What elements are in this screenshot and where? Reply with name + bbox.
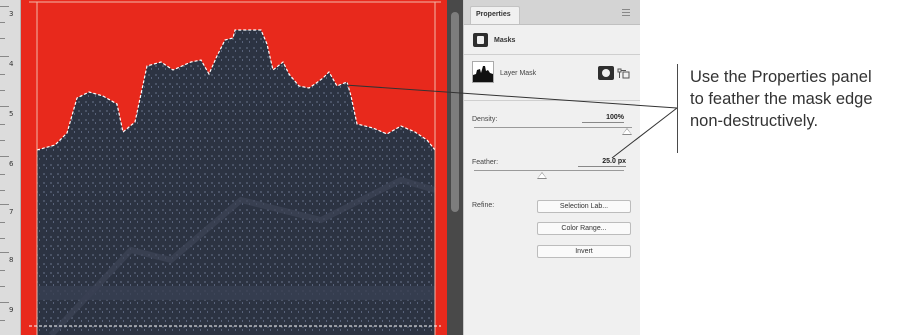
callout-line: to feather the mask edge <box>690 90 873 108</box>
callout-bracket <box>677 64 678 153</box>
callout-annotation: Use the Properties panel to feather the … <box>690 66 912 132</box>
callout-line: Use the Properties panel <box>690 68 872 86</box>
callout-leader-lines <box>344 84 678 159</box>
callout-line: non-destructively. <box>690 112 819 130</box>
